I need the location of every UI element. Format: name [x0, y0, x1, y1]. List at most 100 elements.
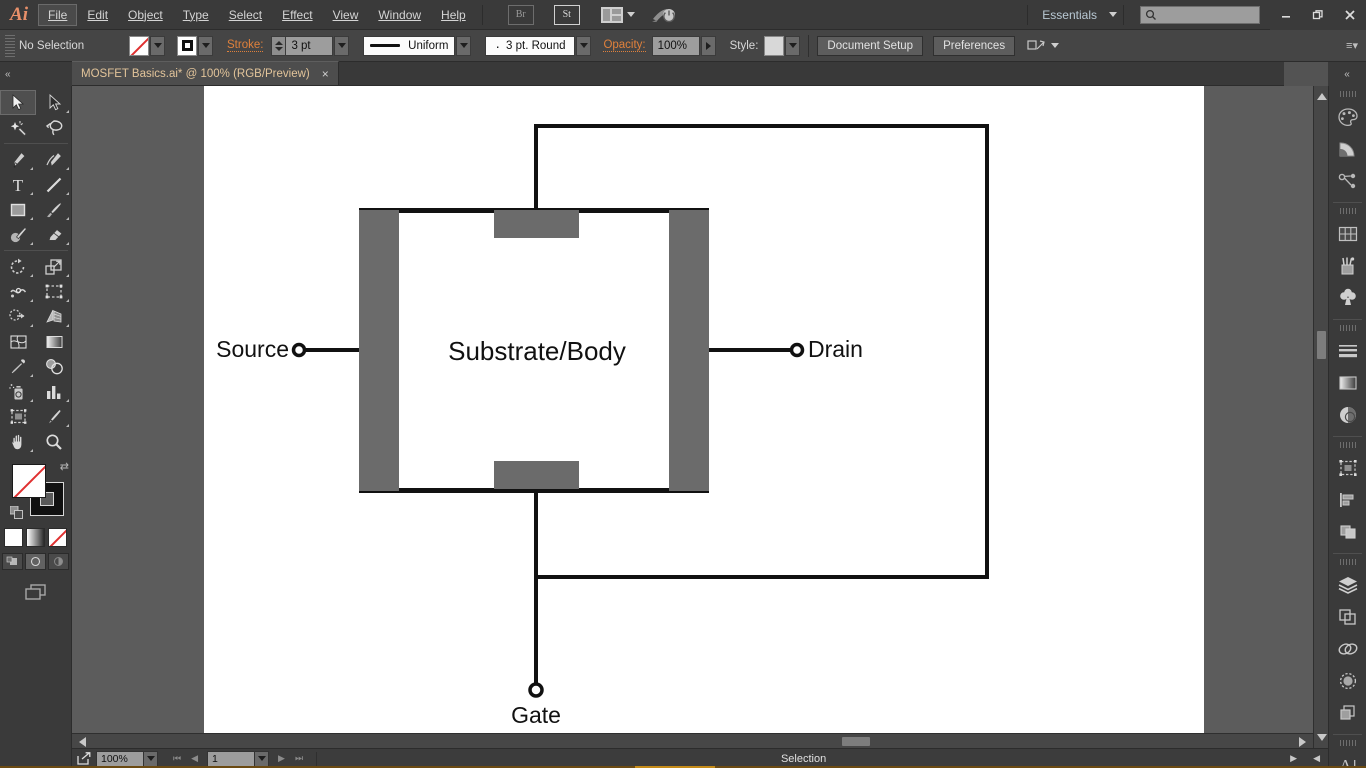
- color-themes-panel-icon[interactable]: [1329, 165, 1366, 197]
- canvas-vertical-scrollbar[interactable]: [1313, 86, 1328, 748]
- brush-definition-group[interactable]: · 3 pt. Round: [485, 35, 592, 56]
- artboard-number-value[interactable]: 1: [207, 750, 256, 767]
- pen-tool[interactable]: [0, 147, 36, 172]
- fill-swatch-group[interactable]: [129, 35, 165, 56]
- stroke-swatch-group[interactable]: [177, 35, 213, 56]
- rocket-launch-icon[interactable]: [651, 5, 677, 25]
- perspective-grid-tool[interactable]: [36, 304, 72, 329]
- stroke-weight-value[interactable]: 3 pt: [285, 35, 334, 56]
- default-fill-stroke-icon[interactable]: [9, 505, 24, 520]
- close-button[interactable]: [1334, 0, 1366, 30]
- eraser-tool[interactable]: [36, 222, 72, 247]
- appearance-panel-icon[interactable]: [1329, 665, 1366, 697]
- opacity-field-group[interactable]: 100%: [651, 35, 716, 56]
- column-graph-tool[interactable]: [36, 379, 72, 404]
- gradient-mode-button[interactable]: [26, 528, 45, 547]
- fill-none-swatch[interactable]: [129, 35, 149, 56]
- shape-builder-tool[interactable]: [0, 304, 36, 329]
- dock-grip[interactable]: [1339, 740, 1356, 746]
- magic-wand-tool[interactable]: [0, 115, 36, 140]
- pathfinder-panel-icon[interactable]: [1329, 516, 1366, 548]
- stroke-weight-field-group[interactable]: 3 pt: [271, 35, 350, 56]
- free-transform-tool[interactable]: [36, 279, 72, 304]
- graphic-style-dropdown[interactable]: [785, 35, 801, 56]
- dock-grip[interactable]: [1339, 91, 1356, 97]
- vertical-scroll-thumb[interactable]: [1317, 331, 1326, 359]
- scroll-down-arrow[interactable]: [1317, 734, 1327, 741]
- document-setup-button[interactable]: Document Setup: [817, 35, 924, 56]
- draw-normal-button[interactable]: [2, 553, 23, 570]
- close-icon[interactable]: ×: [322, 67, 329, 81]
- menu-item-file[interactable]: File: [38, 3, 78, 26]
- dock-grip[interactable]: [1339, 442, 1356, 448]
- fill-dropdown[interactable]: [150, 35, 165, 56]
- layers-panel-icon[interactable]: [1329, 569, 1366, 601]
- opacity-dropdown[interactable]: [700, 35, 716, 56]
- minimize-button[interactable]: [1270, 0, 1302, 30]
- first-artboard-button[interactable]: ⏮: [168, 753, 186, 764]
- menu-item-help[interactable]: Help: [431, 4, 476, 26]
- search-input[interactable]: [1140, 5, 1260, 24]
- links-panel-icon[interactable]: [1329, 633, 1366, 665]
- zoom-level-value[interactable]: 100%: [96, 750, 144, 767]
- brushes-panel-icon[interactable]: [1329, 250, 1366, 282]
- next-artboard-button[interactable]: ▶: [273, 753, 290, 764]
- canvas-horizontal-scrollbar[interactable]: [72, 733, 1313, 748]
- symbol-sprayer-tool[interactable]: [0, 379, 36, 404]
- opacity-label[interactable]: Opacity:: [603, 39, 646, 52]
- menu-item-select[interactable]: Select: [219, 4, 272, 26]
- draw-inside-button[interactable]: [48, 553, 69, 570]
- stroke-weight-stepper[interactable]: [271, 35, 286, 56]
- swatches-panel-icon[interactable]: [1329, 218, 1366, 250]
- transparency-panel-icon[interactable]: [1329, 399, 1366, 431]
- rotate-tool[interactable]: [0, 254, 36, 279]
- color-guide-panel-icon[interactable]: [1329, 133, 1366, 165]
- eyedropper-tool[interactable]: [0, 354, 36, 379]
- status-expand-button[interactable]: ◀: [1305, 753, 1328, 764]
- shaper-tool[interactable]: [0, 222, 36, 247]
- scroll-left-arrow[interactable]: [79, 737, 86, 747]
- dock-grip[interactable]: [1339, 325, 1356, 331]
- stroke-black-swatch[interactable]: [177, 35, 197, 56]
- gradient-panel-icon[interactable]: [1329, 367, 1366, 399]
- dock-grip[interactable]: [1339, 559, 1356, 565]
- control-bar-grip[interactable]: [5, 34, 15, 57]
- scroll-up-arrow[interactable]: [1317, 93, 1327, 100]
- swap-fill-stroke-icon[interactable]: ⇄: [60, 460, 69, 473]
- rectangle-tool[interactable]: [0, 197, 36, 222]
- dock-collapse-button[interactable]: «: [1328, 62, 1366, 86]
- artboard-number-group[interactable]: 1: [207, 750, 270, 767]
- menu-item-effect[interactable]: Effect: [272, 4, 322, 26]
- change-screen-mode-button[interactable]: [0, 582, 71, 602]
- color-panel-icon[interactable]: [1329, 101, 1366, 133]
- stroke-weight-label[interactable]: Stroke:: [227, 39, 264, 52]
- dock-grip[interactable]: [1339, 208, 1356, 214]
- status-menu-button[interactable]: ▶: [1282, 753, 1305, 764]
- width-tool[interactable]: [0, 279, 36, 304]
- artboard-number-dropdown[interactable]: [255, 750, 270, 767]
- arrange-documents-button[interactable]: [595, 6, 635, 23]
- draw-behind-button[interactable]: [25, 553, 46, 570]
- previous-artboard-button[interactable]: ◀: [186, 753, 203, 764]
- horizontal-scroll-thumb[interactable]: [842, 737, 870, 746]
- artboard-tool[interactable]: [0, 404, 36, 429]
- line-segment-tool[interactable]: [36, 172, 72, 197]
- stroke-weight-dropdown[interactable]: [334, 35, 350, 56]
- graphic-style-group[interactable]: [764, 35, 801, 56]
- direct-selection-tool[interactable]: [36, 90, 72, 115]
- bridge-icon[interactable]: Br: [507, 4, 534, 25]
- none-mode-button[interactable]: [48, 528, 67, 547]
- menu-item-view[interactable]: View: [323, 4, 369, 26]
- export-selection-icon[interactable]: [72, 752, 96, 765]
- brush-definition-dropdown[interactable]: [576, 35, 592, 56]
- artboard[interactable]: Source Drain Gate Substrate/Body: [204, 86, 1204, 748]
- status-indicator[interactable]: Selection: [325, 753, 1282, 765]
- slice-tool[interactable]: [36, 404, 72, 429]
- curvature-tool[interactable]: [36, 147, 72, 172]
- menu-item-edit[interactable]: Edit: [77, 4, 118, 26]
- menu-item-window[interactable]: Window: [368, 4, 431, 26]
- opacity-value[interactable]: 100%: [651, 35, 700, 56]
- toolbar-collapse-button[interactable]: «: [0, 62, 72, 86]
- scale-tool[interactable]: [36, 254, 72, 279]
- zoom-level-dropdown[interactable]: [144, 750, 158, 767]
